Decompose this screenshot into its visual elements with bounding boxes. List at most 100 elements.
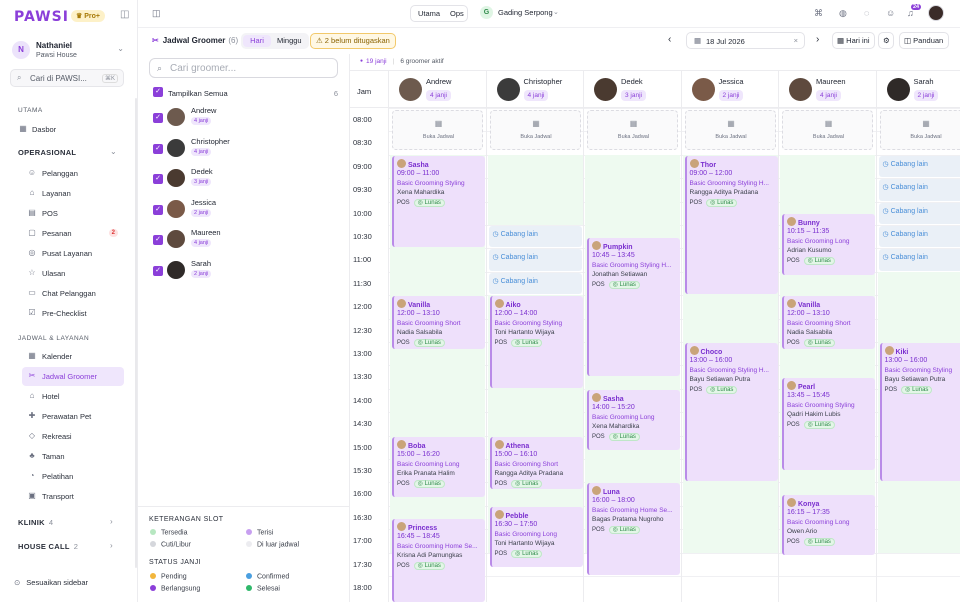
pos-tag: POS bbox=[884, 387, 898, 393]
sidebar-item-transport[interactable]: ▣ Transport bbox=[22, 487, 124, 506]
appointment-tags: POS ◎ Lunas bbox=[495, 339, 543, 348]
sidebar-item-rekreasi[interactable]: ◇ Rekreasi bbox=[22, 427, 124, 446]
sidebar-item-kalender[interactable]: ▦ Kalender bbox=[22, 347, 124, 366]
sidebar-item-jadwal-groomer[interactable]: ✂ Jadwal Groomer bbox=[22, 367, 124, 386]
groomer-column-header[interactable]: Dedek 3 janji bbox=[583, 71, 680, 108]
checkbox-icon[interactable]: ✓ bbox=[153, 265, 163, 276]
checkbox-icon[interactable]: ✓ bbox=[153, 143, 163, 154]
groomer-column-header[interactable]: Andrew 4 janji bbox=[388, 71, 485, 108]
groomer-filter-item[interactable]: ✓ Sarah 2 janji bbox=[153, 258, 338, 284]
profile-avatar[interactable] bbox=[928, 5, 944, 21]
appointment-card[interactable]: Princess 16:45 – 18:45 Basic Grooming Home… bbox=[392, 518, 485, 602]
avatar bbox=[167, 260, 185, 279]
available-slot[interactable] bbox=[487, 154, 583, 225]
open-schedule-button[interactable]: ▦ Buka Jadwal bbox=[879, 110, 960, 150]
unassigned-warning[interactable]: ⚠ 2 belum ditugaskan bbox=[310, 33, 396, 49]
appointment-card[interactable]: Vanilla 12:00 – 13:10 Basic Grooming Short… bbox=[392, 296, 485, 349]
mode-utama[interactable]: Utama bbox=[418, 9, 440, 18]
appointment-card[interactable]: Aiko 12:00 – 14:00 Basic Grooming Styling T… bbox=[489, 296, 583, 388]
appointment-card[interactable]: Athena 15:00 – 16:10 Basic Grooming Short R… bbox=[489, 436, 583, 490]
open-schedule-button[interactable]: ▦ Buka Jadwal bbox=[392, 110, 483, 150]
customize-sidebar-button[interactable]: ⊙ Sesuaikan sidebar bbox=[14, 578, 88, 587]
groomer-search-input[interactable]: ⌕ Cari groomer... bbox=[149, 58, 338, 78]
appointment-card[interactable]: Pebble 16:30 – 17:50 Basic Grooming Long To… bbox=[489, 506, 583, 568]
guide-button[interactable]: ◫ Panduan bbox=[899, 32, 949, 49]
groomer-filter-item[interactable]: ✓ Andrew 4 janji bbox=[153, 105, 338, 131]
sidebar-item-pesanan[interactable]: ▢ Pesanan 2 bbox=[22, 224, 124, 243]
section-operasional[interactable]: OPERASIONAL bbox=[18, 148, 76, 157]
date-picker[interactable]: ▦ 18 Jul 2026 × bbox=[686, 32, 805, 49]
groomer-column-header[interactable]: Christopher 4 janji bbox=[485, 71, 583, 108]
prev-day-icon[interactable]: ‹ bbox=[668, 34, 671, 45]
help-icon[interactable]: ◌ bbox=[864, 8, 869, 18]
appointment-tags: POS ◎ Lunas bbox=[787, 421, 835, 430]
view-day[interactable]: Hari bbox=[243, 35, 271, 47]
groomer-filter-item[interactable]: ✓ Christopher 4 janji bbox=[153, 136, 338, 162]
open-schedule-button[interactable]: ▦ Buka Jadwal bbox=[782, 110, 873, 150]
sidebar-search[interactable]: ⌕ Cari di PAWSI... ⌘K bbox=[10, 69, 124, 87]
chevron-right-icon[interactable]: › bbox=[110, 517, 113, 526]
app-logo[interactable]: PAWSI bbox=[14, 9, 69, 25]
appointment-card[interactable]: Boba 15:00 – 16:20 Basic Grooming Long Erik… bbox=[392, 436, 485, 497]
user-switcher[interactable]: N Nathaniel Pawsi House ⌄ bbox=[10, 39, 126, 65]
chevron-down-icon[interactable]: ⌄ bbox=[110, 147, 117, 156]
team-icon[interactable]: ☺ bbox=[886, 8, 895, 18]
groomer-filter-item[interactable]: ✓ Jessica 2 janji bbox=[153, 197, 338, 223]
top-bar: ◫ Utama Ops G Gading Serpong ⌄ ⌘ ◍ ◌ ☺ ♫… bbox=[138, 0, 960, 28]
appointment-card[interactable]: Kiki 13:00 – 16:00 Basic Grooming Styling B… bbox=[879, 343, 960, 482]
appointment-card[interactable]: Luna 16:00 – 18:00 Basic Grooming Home Se.… bbox=[587, 483, 680, 575]
mode-switch[interactable]: Utama Ops bbox=[410, 5, 468, 22]
sidebar-item-dasbor[interactable]: ▦ Dasbor bbox=[13, 120, 115, 139]
view-toggle[interactable]: Hari Minggu bbox=[241, 33, 309, 49]
groomer-filter-item[interactable]: ✓ Maureen 4 janji bbox=[153, 227, 338, 253]
appointment-card[interactable]: Pumpkin 10:45 – 13:45 Basic Grooming Styli… bbox=[587, 237, 680, 377]
sidebar-item-ulasan[interactable]: ☆ Ulasan bbox=[22, 264, 124, 283]
checkbox-icon[interactable]: ✓ bbox=[153, 174, 163, 184]
sidebar-item-pelanggan[interactable]: ☺ Pelanggan bbox=[22, 164, 124, 183]
sidebar-item-pos[interactable]: ▤ POS bbox=[22, 204, 124, 223]
command-icon[interactable]: ⌘ bbox=[814, 8, 823, 19]
sidebar-item-perawatan-pet[interactable]: ✚ Perawatan Pet bbox=[22, 407, 124, 426]
appointment-card[interactable]: Thor 09:00 – 12:00 Basic Grooming Styling … bbox=[684, 155, 778, 295]
sidebar-item-pre-checklist[interactable]: ☑ Pre-Checklist bbox=[22, 304, 124, 323]
open-schedule-button[interactable]: ▦ Buka Jadwal bbox=[489, 110, 581, 150]
sidebar-item-layanan[interactable]: ⌂ Layanan bbox=[22, 184, 124, 203]
appointment-card[interactable]: Konya 16:15 – 17:35 Basic Grooming Long Owe… bbox=[782, 495, 875, 556]
appointment-card[interactable]: Vanilla 12:00 – 13:10 Basic Grooming Short… bbox=[782, 296, 875, 349]
sidebar-item-chat-pelanggan[interactable]: ▭ Chat Pelanggan bbox=[22, 284, 124, 303]
section-klinik[interactable]: KLINIK 4 bbox=[18, 518, 53, 527]
checkbox-icon[interactable]: ✓ bbox=[153, 235, 163, 245]
sidebar-item-hotel[interactable]: ⌂ Hotel bbox=[22, 387, 124, 406]
appointment-card[interactable]: Sasha 09:00 – 11:00 Basic Grooming Styling… bbox=[392, 155, 485, 248]
globe-icon[interactable]: ◍ bbox=[839, 8, 847, 19]
appointment-card[interactable]: Sasha 14:00 – 15:20 Basic Grooming Long Xen… bbox=[587, 389, 680, 451]
open-schedule-button[interactable]: ▦ Buka Jadwal bbox=[684, 110, 776, 150]
mode-ops[interactable]: Ops bbox=[450, 9, 464, 18]
sidebar-item-pusat-layanan[interactable]: ◎ Pusat Layanan bbox=[22, 244, 124, 263]
panel-toggle-icon[interactable]: ◫ bbox=[152, 8, 161, 19]
sidebar-item-pelatihan[interactable]: ◔ Pelatihan bbox=[22, 467, 124, 486]
checkbox-icon[interactable]: ✓ bbox=[153, 113, 163, 123]
appointment-card[interactable]: Pearl 13:45 – 15:45 Basic Grooming Styling… bbox=[782, 378, 875, 470]
checkbox-icon[interactable]: ✓ bbox=[153, 204, 163, 215]
appointment-card[interactable]: Bunny 10:15 – 11:35 Basic Grooming Long Adr… bbox=[782, 214, 875, 275]
checkbox-icon[interactable]: ✓ bbox=[153, 87, 163, 97]
clear-icon[interactable]: × bbox=[794, 36, 798, 45]
sidebar-toggle-icon[interactable]: ◫ bbox=[120, 9, 129, 20]
appointment-card[interactable]: Choco 13:00 – 16:00 Basic Grooming Styling… bbox=[684, 343, 778, 482]
sidebar-scrollbar[interactable] bbox=[135, 98, 137, 568]
groomer-column-header[interactable]: Maureen 4 janji bbox=[778, 71, 875, 108]
sidebar-item-taman[interactable]: ♣ Taman bbox=[22, 447, 124, 466]
groomer-column-header[interactable]: Sarah 2 janji bbox=[875, 71, 960, 108]
today-button[interactable]: ▦ Hari ini bbox=[832, 32, 875, 49]
next-day-icon[interactable]: › bbox=[816, 34, 819, 45]
show-all-toggle[interactable]: ✓ Tampilkan Semua 6 bbox=[153, 87, 338, 101]
chevron-right-icon[interactable]: › bbox=[110, 541, 113, 550]
open-schedule-button[interactable]: ▦ Buka Jadwal bbox=[587, 110, 678, 150]
settings-button[interactable]: ⚙ bbox=[878, 32, 894, 49]
view-week[interactable]: Minggu bbox=[277, 36, 302, 45]
groomer-column-header[interactable]: Jessica 2 janji bbox=[680, 71, 778, 108]
groomer-filter-item[interactable]: ✓ Dedek 3 janji bbox=[153, 166, 338, 192]
pet-name: Boba bbox=[397, 440, 426, 450]
section-housecall[interactable]: HOUSE CALL 2 bbox=[18, 542, 78, 551]
